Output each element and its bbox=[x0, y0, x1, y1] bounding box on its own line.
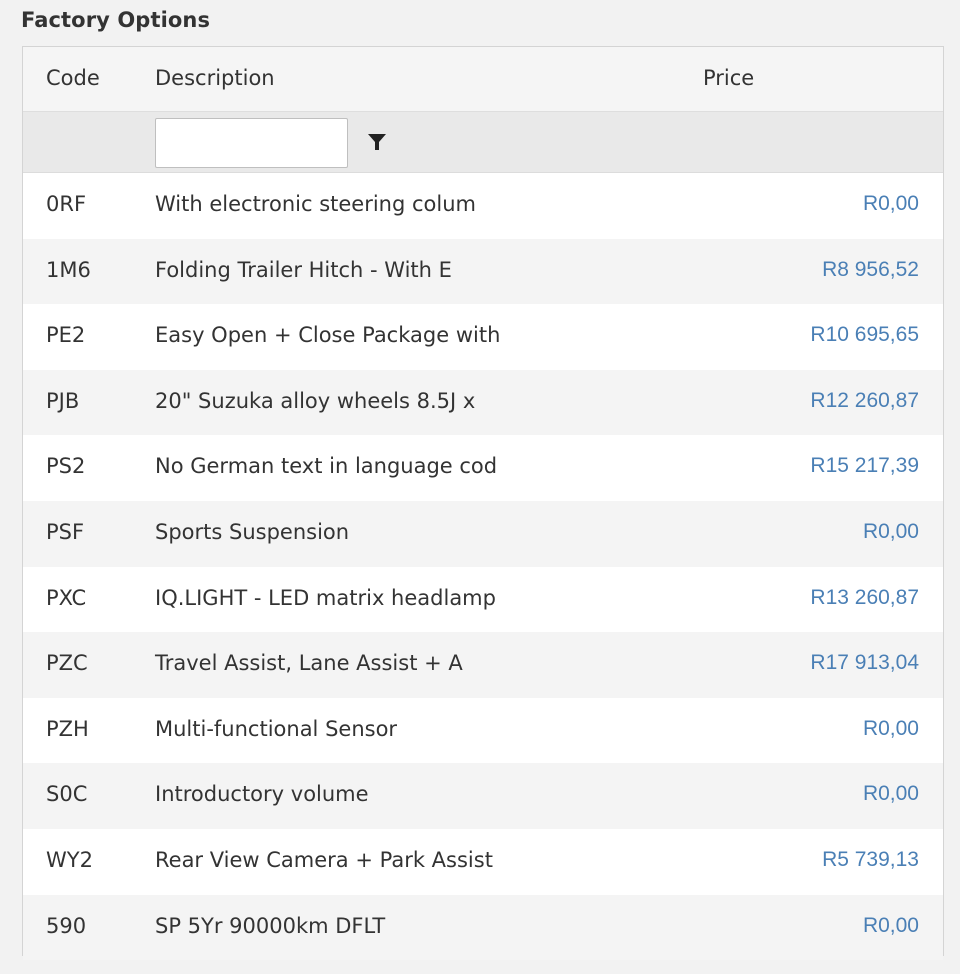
grid-body: 0RF With electronic steering colum R0,00 1M… bbox=[23, 173, 943, 961]
cell-code: 1M6 bbox=[46, 257, 91, 282]
cell-code: 0RF bbox=[46, 192, 87, 216]
table-row[interactable]: 590 SP 5Yr 90000km DFLT R0,00 bbox=[23, 894, 943, 961]
cell-price[interactable]: R12 260,87 bbox=[810, 389, 919, 413]
cell-description: Multi-functional Sensor bbox=[155, 716, 398, 741]
cell-description: Sports Suspension bbox=[155, 519, 350, 544]
table-row[interactable]: WY2 Rear View Camera + Park Assist R5 739,… bbox=[23, 828, 943, 895]
cell-price[interactable]: R0,00 bbox=[863, 520, 919, 544]
cell-description: Introductory volume bbox=[155, 782, 369, 807]
description-filter-input[interactable] bbox=[155, 118, 348, 168]
cell-description: IQ.LIGHT - LED matrix headlamp bbox=[155, 585, 496, 610]
cell-description: With electronic steering colum bbox=[155, 192, 476, 216]
cell-description: Rear View Camera + Park Assist bbox=[155, 847, 493, 872]
table-row[interactable]: PXC IQ.LIGHT - LED matrix headlamp R13 260… bbox=[23, 566, 943, 633]
cell-code: WY2 bbox=[46, 847, 93, 872]
cell-price[interactable]: R5 739,13 bbox=[822, 848, 919, 872]
cell-price[interactable]: R0,00 bbox=[863, 782, 919, 806]
table-row[interactable]: PS2 No German text in language cod R15 217… bbox=[23, 435, 943, 501]
table-row[interactable]: PSF Sports Suspension R0,00 bbox=[23, 500, 943, 567]
cell-description: No German text in language cod bbox=[155, 454, 498, 479]
filter-icon[interactable] bbox=[365, 130, 389, 154]
column-header-price[interactable]: Price bbox=[703, 66, 754, 90]
cell-code: PZC bbox=[46, 651, 88, 676]
column-header-code[interactable]: Code bbox=[46, 66, 100, 90]
cell-price[interactable]: R13 260,87 bbox=[810, 586, 919, 610]
column-header-description[interactable]: Description bbox=[155, 66, 275, 90]
cell-description: Easy Open + Close Package with bbox=[155, 323, 501, 348]
cell-code: S0C bbox=[46, 782, 88, 807]
cell-code: PSF bbox=[46, 519, 85, 544]
cell-price[interactable]: R10 695,65 bbox=[810, 323, 919, 347]
cell-code: PE2 bbox=[46, 323, 86, 348]
table-row[interactable]: PJB 20" Suzuka alloy wheels 8.5J x R12 260… bbox=[23, 369, 943, 436]
cell-price[interactable]: R8 956,52 bbox=[822, 258, 919, 282]
cell-price[interactable]: R0,00 bbox=[863, 914, 919, 938]
cell-price[interactable]: R0,00 bbox=[863, 717, 919, 741]
cell-description: 20" Suzuka alloy wheels 8.5J x bbox=[155, 388, 476, 413]
cell-code: PJB bbox=[46, 388, 80, 413]
table-row[interactable]: PZH Multi-functional Sensor R0,00 bbox=[23, 697, 943, 764]
table-row[interactable]: PZC Travel Assist, Lane Assist + A R17 913… bbox=[23, 632, 943, 698]
grid-header: Code Description Price bbox=[23, 47, 943, 112]
cell-description: SP 5Yr 90000km DFLT bbox=[155, 913, 386, 938]
table-row[interactable]: 1M6 Folding Trailer Hitch - With E R8 956,… bbox=[23, 238, 943, 305]
cell-price[interactable]: R0,00 bbox=[863, 192, 919, 216]
cell-code: PZH bbox=[46, 716, 89, 741]
table-row[interactable]: 0RF With electronic steering colum R0,00 bbox=[23, 173, 943, 239]
table-row[interactable]: PE2 Easy Open + Close Package with R10 695… bbox=[23, 304, 943, 370]
cell-code: PXC bbox=[46, 585, 87, 610]
section-title: Factory Options bbox=[21, 8, 211, 32]
cell-description: Travel Assist, Lane Assist + A bbox=[155, 651, 463, 676]
filter-row bbox=[23, 112, 943, 173]
cell-price[interactable]: R17 913,04 bbox=[810, 651, 919, 675]
table-row[interactable]: S0C Introductory volume R0,00 bbox=[23, 763, 943, 829]
cell-code: PS2 bbox=[46, 454, 86, 479]
cell-code: 590 bbox=[46, 913, 87, 938]
cell-price[interactable]: R15 217,39 bbox=[810, 454, 919, 478]
factory-options-grid: Code Description Price 0RF With electroni… bbox=[22, 46, 944, 961]
cell-description: Folding Trailer Hitch - With E bbox=[155, 257, 452, 282]
